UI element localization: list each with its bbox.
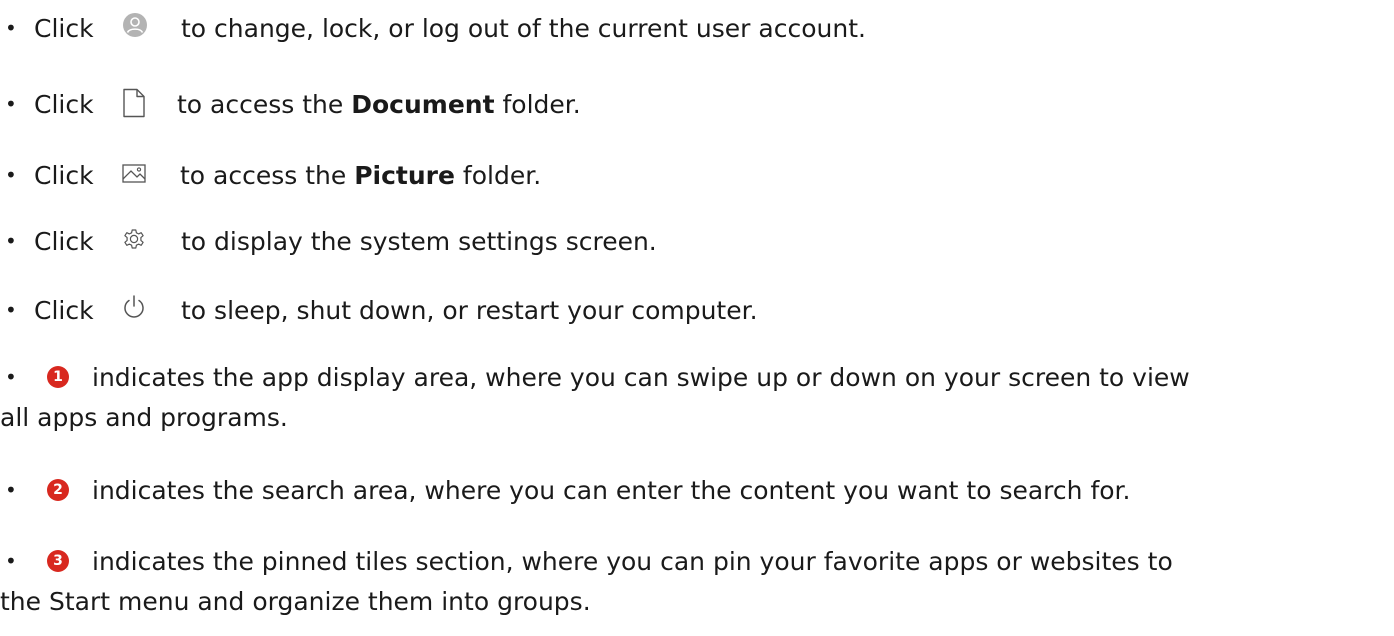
settings-gear-icon <box>124 229 144 249</box>
item-text: to display the system settings screen. <box>181 227 657 256</box>
user-avatar-icon <box>123 13 147 37</box>
callout-badge: 1 <box>47 366 69 388</box>
item-text: to access the Picture folder. <box>180 161 542 190</box>
bullet: • <box>5 549 17 573</box>
folder-name: Picture <box>354 161 455 190</box>
bullet: • <box>5 298 17 322</box>
item-text: to sleep, shut down, or restart your com… <box>181 296 758 325</box>
picture-icon <box>122 164 146 183</box>
click-prefix: Click <box>34 90 94 119</box>
item-text: to access the Document folder. <box>177 90 581 119</box>
item-text-continued: the Start menu and organize them into gr… <box>0 587 591 616</box>
power-icon <box>124 295 144 318</box>
bullet: • <box>5 365 17 389</box>
callout-badge: 2 <box>47 479 69 501</box>
callout-badge: 3 <box>47 550 69 572</box>
click-prefix: Click <box>34 227 94 256</box>
document-icon <box>123 88 145 118</box>
click-prefix: Click <box>34 14 94 43</box>
folder-name: Document <box>351 90 495 119</box>
bullet: • <box>5 92 17 116</box>
item-text: indicates the search area, where you can… <box>92 476 1131 505</box>
bullet: • <box>5 16 17 40</box>
item-text: indicates the pinned tiles section, wher… <box>92 547 1173 576</box>
item-text: indicates the app display area, where yo… <box>92 363 1190 392</box>
click-prefix: Click <box>34 161 94 190</box>
item-text-continued: all apps and programs. <box>0 403 288 432</box>
click-prefix: Click <box>34 296 94 325</box>
bullet: • <box>5 478 17 502</box>
bullet: • <box>5 163 17 187</box>
item-text: to change, lock, or log out of the curre… <box>181 14 866 43</box>
bullet: • <box>5 229 17 253</box>
